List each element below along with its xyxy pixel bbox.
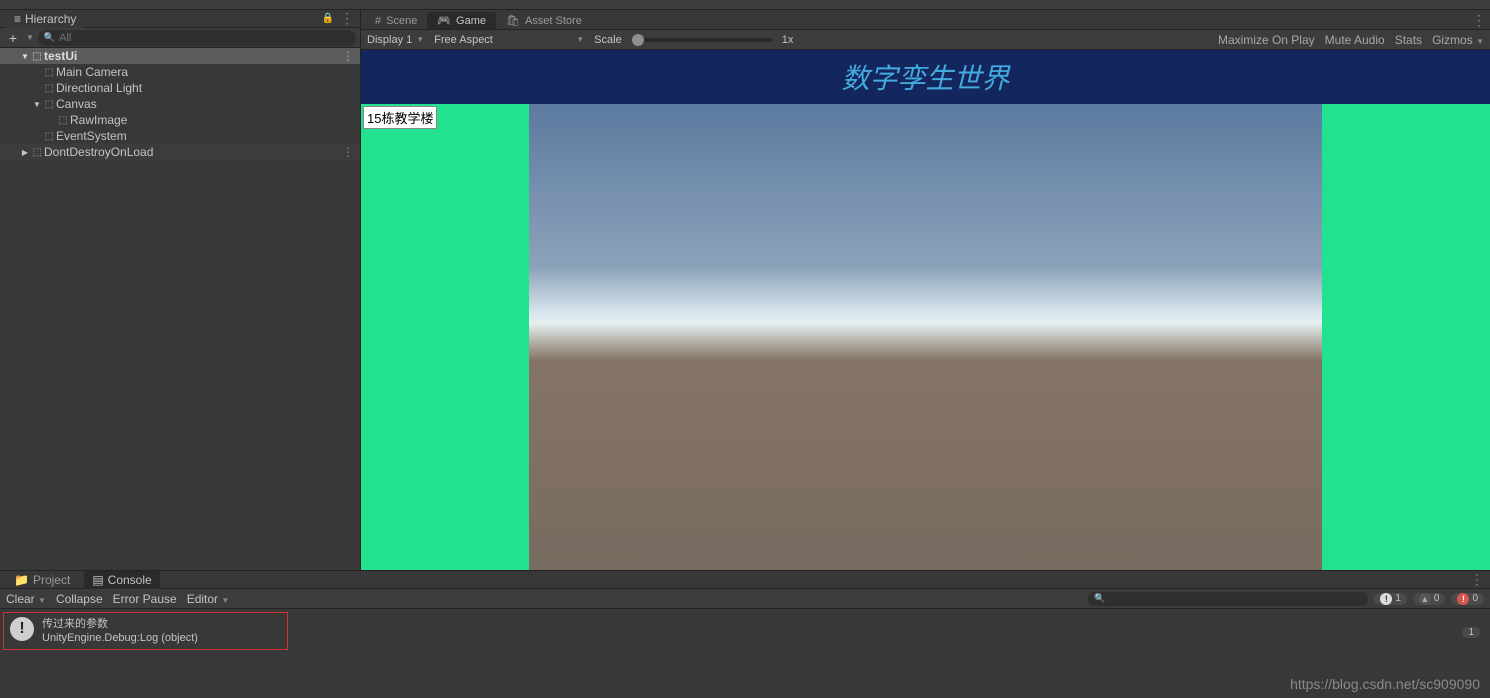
log-count-badge: 1 — [1462, 627, 1480, 638]
info-log-icon: ! — [10, 617, 34, 641]
cube-icon: ⬚ — [56, 115, 70, 126]
chevron-right-icon[interactable]: ▶ — [20, 148, 30, 157]
tree-item[interactable]: ⬚ Main Camera — [0, 64, 360, 80]
clear-button[interactable]: Clear ▼ — [6, 592, 46, 606]
game-title-banner: 数字孪生世界 — [361, 50, 1490, 104]
log-message: 传过来的参数 — [42, 617, 198, 631]
tab-game[interactable]: 🎮 Game — [427, 12, 496, 29]
hierarchy-icon: ≡ — [14, 12, 21, 26]
error-icon: ! — [1457, 593, 1469, 605]
chevron-down-icon: ▼ — [1476, 37, 1484, 46]
hierarchy-tab[interactable]: ≡ Hierarchy — [6, 10, 84, 28]
log-stack: UnityEngine.Debug:Log (object) — [42, 631, 198, 645]
error-count-badge[interactable]: ! 0 — [1451, 593, 1484, 605]
row-menu-icon[interactable]: ⋮ — [342, 49, 354, 63]
scale-label: Scale — [594, 34, 622, 46]
hierarchy-title: Hierarchy — [25, 12, 76, 26]
console-log-entry[interactable]: ! 传过来的参数 UnityEngine.Debug:Log (object) — [3, 612, 288, 650]
maximize-toggle[interactable]: Maximize On Play — [1218, 33, 1315, 47]
console-search[interactable]: 🔍 — [1088, 592, 1368, 606]
cube-icon: ⬚ — [42, 99, 56, 110]
console-panel: 📁 Project ▤ Console ⋮ Clear ▼ Collapse E… — [0, 570, 1490, 698]
unity-icon: ⬚ — [30, 147, 44, 158]
tab-asset-store[interactable]: 🛍 Asset Store — [496, 12, 592, 29]
hierarchy-menu-icon[interactable]: ⋮ — [340, 10, 354, 27]
building-tag[interactable]: 15栋教学楼 — [363, 106, 437, 129]
search-icon: 🔍 — [44, 32, 55, 43]
chevron-down-icon: ▼ — [221, 596, 229, 605]
add-dropdown-icon[interactable]: ▼ — [26, 33, 34, 42]
scene-icon: # — [375, 15, 381, 27]
game-panel: # Scene 🎮 Game 🛍 Asset Store ⋮ Display 1… — [360, 10, 1490, 570]
search-icon: 🔍 — [1094, 593, 1105, 604]
scene-3d — [529, 104, 1322, 570]
tree-item[interactable]: ⬚ RawImage — [0, 112, 360, 128]
unity-icon: ⬚ — [30, 51, 44, 62]
editor-dropdown[interactable]: Editor ▼ — [187, 592, 230, 606]
row-menu-icon[interactable]: ⋮ — [342, 145, 354, 159]
warn-icon: ▲ — [1419, 593, 1431, 605]
error-pause-toggle[interactable]: Error Pause — [113, 592, 177, 606]
tree-item[interactable]: ⬚ Directional Light — [0, 80, 360, 96]
tab-project[interactable]: 📁 Project — [6, 571, 78, 589]
cube-icon: ⬚ — [42, 131, 56, 142]
chevron-down-icon[interactable]: ▼ — [20, 52, 30, 61]
tree-item[interactable]: ⬚ EventSystem — [0, 128, 360, 144]
tree-item[interactable]: ▶ ⬚ DontDestroyOnLoad ⋮ — [0, 144, 360, 160]
add-button[interactable]: + — [4, 30, 22, 46]
scale-slider[interactable] — [632, 38, 772, 42]
watermark: https://blog.csdn.net/sc909090 — [1290, 676, 1480, 692]
lock-icon[interactable]: 🔒 — [322, 13, 334, 24]
display-dropdown[interactable]: Display 1 ▼ — [367, 34, 424, 46]
view-menu-icon[interactable]: ⋮ — [1472, 12, 1486, 29]
chevron-down-icon: ▼ — [38, 596, 46, 605]
slider-thumb[interactable] — [632, 34, 644, 46]
cube-icon: ⬚ — [42, 67, 56, 78]
hierarchy-panel: ≡ Hierarchy 🔒 ⋮ + ▼ 🔍 ▼ ⬚ testUi ⋮ ⬚ Ma — [0, 10, 360, 570]
stats-toggle[interactable]: Stats — [1395, 33, 1422, 47]
aspect-dropdown[interactable]: Free Aspect ▼ — [434, 34, 584, 46]
chevron-down-icon: ▼ — [576, 35, 584, 44]
info-count-badge[interactable]: ! 1 — [1374, 593, 1407, 605]
hierarchy-tree: ▼ ⬚ testUi ⋮ ⬚ Main Camera ⬚ Directional… — [0, 48, 360, 570]
warn-count-badge[interactable]: ▲ 0 — [1413, 593, 1446, 605]
scene-name: testUi — [44, 49, 342, 63]
app-topbar — [0, 0, 1490, 10]
tab-scene[interactable]: # Scene — [365, 13, 427, 29]
cube-icon: ⬚ — [42, 83, 56, 94]
scale-value: 1x — [782, 34, 794, 46]
game-view[interactable]: 数字孪生世界 15栋教学楼 — [361, 50, 1490, 570]
tab-console[interactable]: ▤ Console — [84, 571, 159, 589]
hierarchy-search-input[interactable] — [59, 32, 350, 44]
green-panel-right — [1322, 104, 1490, 570]
gizmos-dropdown[interactable]: Gizmos ▼ — [1432, 33, 1484, 47]
chevron-down-icon[interactable]: ▼ — [32, 100, 42, 109]
mute-audio-toggle[interactable]: Mute Audio — [1325, 33, 1385, 47]
console-icon: ▤ — [92, 573, 103, 587]
hierarchy-search[interactable]: 🔍 — [38, 30, 356, 46]
console-menu-icon[interactable]: ⋮ — [1470, 571, 1484, 588]
bag-icon: 🛍 — [506, 14, 520, 27]
chevron-down-icon: ▼ — [416, 35, 424, 44]
folder-icon: 📁 — [14, 573, 29, 587]
gamepad-icon: 🎮 — [437, 14, 451, 27]
tree-item[interactable]: ▼ ⬚ Canvas — [0, 96, 360, 112]
info-icon: ! — [1380, 593, 1392, 605]
scene-row[interactable]: ▼ ⬚ testUi ⋮ — [0, 48, 360, 64]
green-panel-left: 15栋教学楼 — [361, 104, 529, 570]
collapse-toggle[interactable]: Collapse — [56, 592, 103, 606]
